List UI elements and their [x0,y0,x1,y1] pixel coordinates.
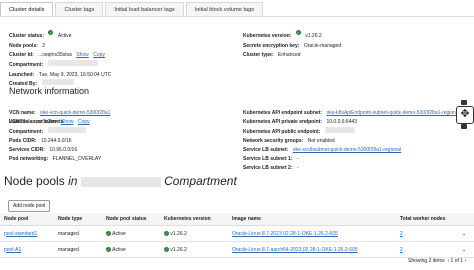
tab-divider [0,16,474,17]
svc-lb-subnet-2-value: - [296,165,299,171]
pagination-summary: Showing 2 items [408,258,445,264]
image-link[interactable]: Oracle-Linux-8.7-aarch64-2023.02.28-1-OK… [232,247,358,253]
row-actions-chevron-icon[interactable]: ⌄ [458,225,474,242]
move-arrows-icon[interactable]: ✥ [456,106,474,124]
svc-lb-subnet-2-row: Service LB subnet 2: - [243,156,299,174]
node-pools-heading-text: Node pools [4,174,65,188]
node-type-cell: managed [54,241,102,258]
active-check-icon: ✓ [48,30,54,36]
node-pool-link[interactable]: pool-A1 [4,247,21,253]
tab-initial-load-balancer-tags[interactable]: Initial load balancer tags [105,2,184,17]
node-pools-table: Node pool Node type Node pool status Kub… [0,213,474,258]
image-link[interactable]: Oracle-Linux-8.7-2023.02.28-1-OKE-1.26.2… [232,231,338,237]
node-pools-heading: Node pools in Compartment [4,174,237,188]
status-text: Active [112,230,126,237]
column-header-node-pool: Node pool [0,213,54,226]
version-check-icon: ✓ [164,230,169,236]
active-check-icon: ✓ [106,246,111,252]
cluster-status-value: Active [57,33,72,39]
redacted-compartment-name [80,176,161,187]
table-header-row: Node pool Node type Node pool status Kub… [0,213,474,226]
column-header-status: Node pool status [102,213,160,226]
cluster-type-row: Cluster type: Enhanced [243,43,301,61]
pagination-next-icon[interactable]: › [464,258,466,264]
table-row: pool-A1 managed ✓ Active ✓ v1.26.2 Oracl… [0,241,474,258]
version-text: v1.26.2 [170,230,187,237]
status-text: Active [112,246,126,253]
worker-nodes-link[interactable]: 2 [400,247,403,253]
add-node-pool-button[interactable]: Add node pool [8,200,51,212]
svc-lb-subnet-2-label: Service LB subnet 2: [243,165,293,171]
node-pools-heading-in: in [68,174,78,188]
tab-cluster-details[interactable]: Cluster details [0,2,54,17]
version-cell: ✓ v1.26.2 [160,241,228,258]
pod-networking-label: Pod networking: [9,156,49,162]
side-tab-bottom [461,124,467,129]
svc-lb-subnet-link[interactable]: oke-svclbsubnet-quick-demo-5300f28a1-reg… [293,147,401,153]
column-header-worker-nodes: Total worker nodes [396,213,458,226]
pod-networking-value: FLANNEL_OVERLAY [52,156,102,162]
column-header-image: Image name [228,213,396,226]
secrets-key-value: Oracle-managed [303,43,342,49]
status-cell: ✓ Active [102,241,160,258]
cluster-type-value: Enhanced [278,52,301,58]
column-header-version: Kubernetes version [160,213,228,226]
network-heading: Network information [9,86,90,96]
cluster-type-label: Cluster type: [243,52,274,58]
version-check-icon: ✓ [164,246,169,252]
tab-initial-block-volume-tags[interactable]: Initial block volume tags [185,2,264,17]
column-header-actions [458,213,474,226]
table-row: pool-standard1 managed ✓ Active ✓ v1.26.… [0,225,474,242]
tab-bar: Cluster details Cluster tags Initial loa… [0,2,265,17]
pagination-prev-icon[interactable]: ‹ [447,258,449,264]
redacted-created-by [41,79,74,85]
pagination-page: 1 of 1 [450,258,464,264]
row-actions-chevron-icon[interactable]: ⌄ [458,241,474,258]
column-header-node-type: Node type [54,213,102,226]
tab-cluster-tags[interactable]: Cluster tags [55,2,104,17]
status-cell: ✓ Active [102,225,160,242]
version-text: v1.26.2 [170,246,187,253]
pagination: Showing 2 items ‹ 1 of 1 › [408,258,466,264]
active-check-icon: ✓ [106,230,111,236]
node-pools-heading-compartment: Compartment [164,174,237,188]
version-cell: ✓ v1.26.2 [160,225,228,242]
pod-networking-row: Pod networking: FLANNEL_OVERLAY [9,147,101,165]
node-type-cell: managed [54,225,102,242]
worker-nodes-link[interactable]: 2 [400,231,403,237]
node-pool-link[interactable]: pool-standard1 [4,231,37,237]
side-tab-top [461,100,467,105]
